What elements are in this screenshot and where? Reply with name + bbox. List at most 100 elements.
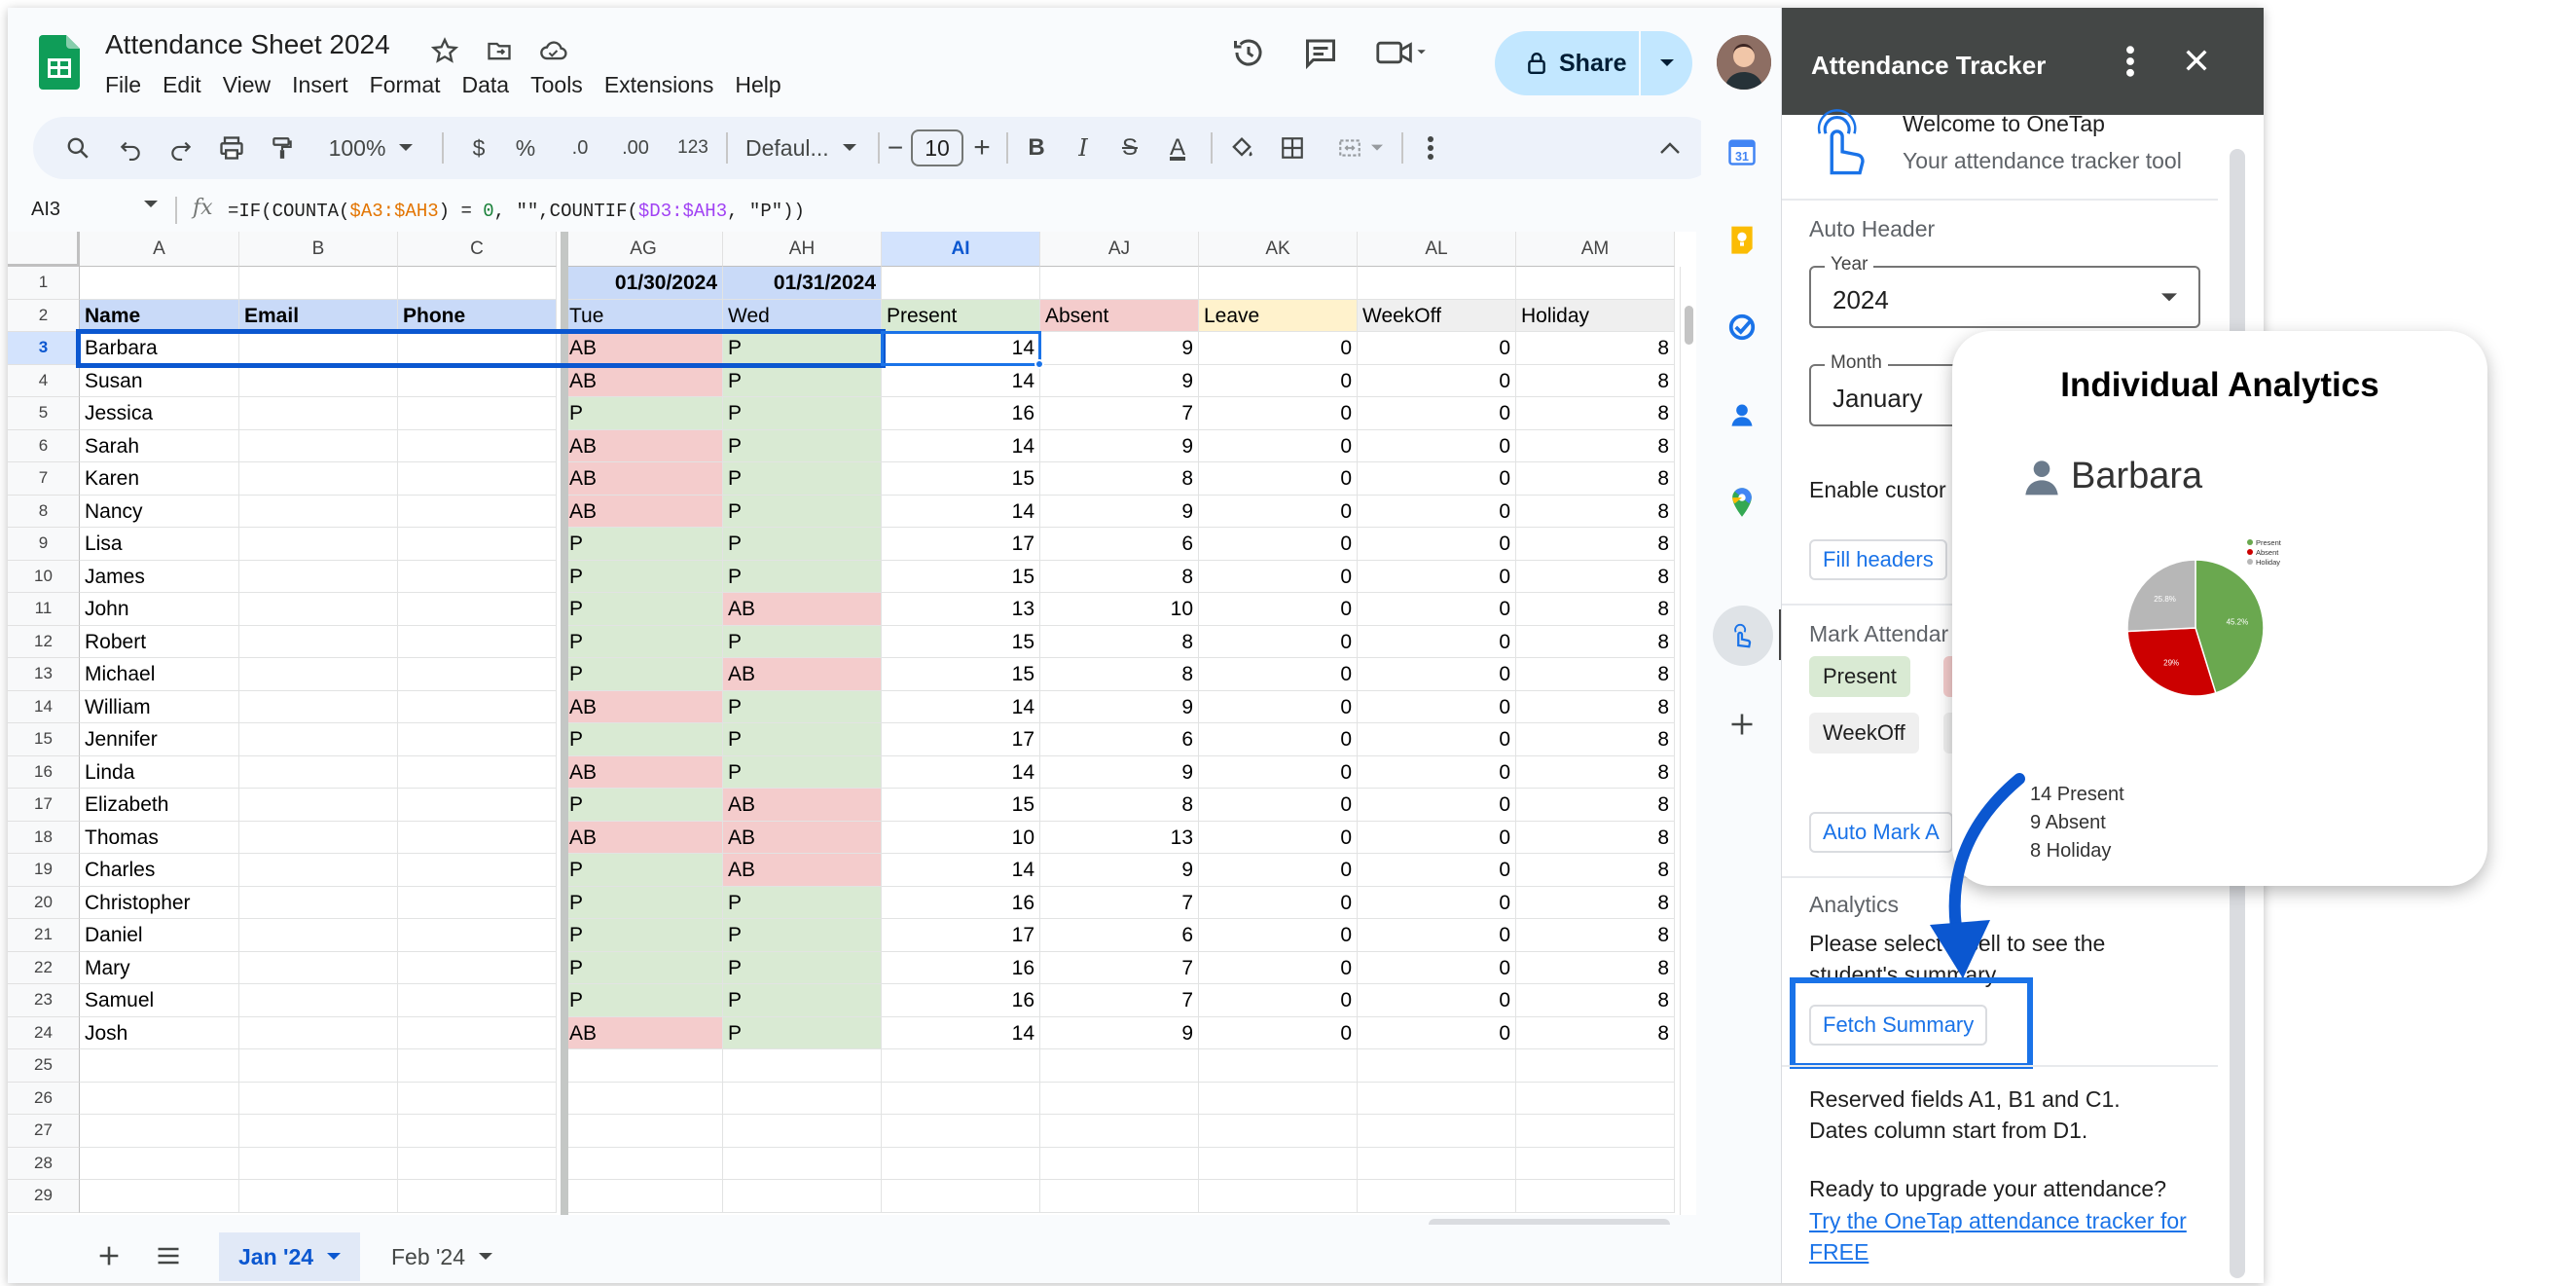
cell[interactable]: 15 xyxy=(882,462,1040,496)
cell[interactable] xyxy=(398,397,557,430)
cell[interactable]: 0 xyxy=(1358,593,1516,626)
cell[interactable] xyxy=(398,495,557,528)
cell[interactable]: 8 xyxy=(1516,690,1675,723)
increase-font-size-button[interactable]: + xyxy=(967,117,997,179)
document-title[interactable]: Attendance Sheet 2024 xyxy=(105,29,390,60)
cell[interactable]: 0 xyxy=(1358,429,1516,462)
cell[interactable]: Thomas xyxy=(80,821,239,854)
format-currency-button[interactable]: $ xyxy=(461,117,496,179)
cell[interactable]: Josh xyxy=(80,1016,239,1049)
cell[interactable]: 8 xyxy=(1516,364,1675,397)
cell[interactable]: Jennifer xyxy=(80,723,239,756)
row-header[interactable]: 15 xyxy=(8,723,80,756)
calendar-icon[interactable]: 31 xyxy=(1726,136,1758,167)
cell[interactable]: AB xyxy=(723,789,882,822)
cell[interactable]: P xyxy=(723,951,882,984)
cell[interactable]: P xyxy=(564,789,723,822)
cell[interactable]: 0 xyxy=(1199,789,1358,822)
cell[interactable]: 8 xyxy=(1516,462,1675,496)
cell[interactable] xyxy=(723,1147,882,1180)
cell[interactable] xyxy=(398,1016,557,1049)
cell[interactable]: 8 xyxy=(1516,332,1675,365)
cell[interactable]: AB xyxy=(564,755,723,789)
cell[interactable]: 0 xyxy=(1199,560,1358,593)
cell[interactable] xyxy=(723,1180,882,1213)
cell[interactable] xyxy=(398,429,557,462)
cell[interactable]: AB xyxy=(564,1016,723,1049)
menu-insert[interactable]: Insert xyxy=(292,72,348,98)
cell[interactable]: 8 xyxy=(1516,723,1675,756)
cell[interactable]: 10 xyxy=(1040,593,1199,626)
cell[interactable]: AB xyxy=(564,462,723,496)
cell[interactable] xyxy=(1040,1115,1199,1148)
cell[interactable] xyxy=(239,1049,398,1083)
menu-data[interactable]: Data xyxy=(462,72,510,98)
row-header[interactable]: 9 xyxy=(8,528,80,561)
cell[interactable] xyxy=(239,1082,398,1115)
paint-format-icon[interactable] xyxy=(263,117,302,179)
cell[interactable] xyxy=(564,1082,723,1115)
cell[interactable]: P xyxy=(723,397,882,430)
cell[interactable] xyxy=(1358,1049,1516,1083)
cell[interactable]: 8 xyxy=(1516,919,1675,952)
cell[interactable] xyxy=(239,755,398,789)
cell[interactable]: 0 xyxy=(1199,364,1358,397)
cell[interactable] xyxy=(239,593,398,626)
cell[interactable] xyxy=(239,625,398,658)
cell[interactable] xyxy=(239,267,398,300)
move-folder-icon[interactable] xyxy=(483,34,516,67)
cell[interactable] xyxy=(1199,1082,1358,1115)
cell[interactable]: 7 xyxy=(1040,951,1199,984)
font-size-input[interactable]: 10 xyxy=(911,129,963,166)
cell[interactable] xyxy=(398,267,557,300)
cell[interactable] xyxy=(1199,1180,1358,1213)
cell[interactable]: 9 xyxy=(1040,1016,1199,1049)
cell[interactable]: 0 xyxy=(1358,886,1516,919)
cell[interactable]: 0 xyxy=(1358,462,1516,496)
cell[interactable] xyxy=(398,951,557,984)
cell[interactable] xyxy=(398,690,557,723)
cell[interactable]: Susan xyxy=(80,364,239,397)
all-sheets-icon[interactable] xyxy=(154,1242,183,1269)
cell[interactable]: 0 xyxy=(1199,821,1358,854)
sheet-tab-feb[interactable]: Feb '24 xyxy=(372,1232,512,1281)
cell[interactable] xyxy=(239,429,398,462)
row-header[interactable]: 3 xyxy=(8,332,80,365)
cell[interactable] xyxy=(398,984,557,1017)
cell[interactable]: 13 xyxy=(882,593,1040,626)
cell[interactable] xyxy=(1358,267,1516,300)
print-icon[interactable] xyxy=(212,117,251,179)
row-header[interactable]: 23 xyxy=(8,984,80,1017)
cell[interactable]: 13 xyxy=(1040,821,1199,854)
cell[interactable] xyxy=(398,462,557,496)
column-header-aj[interactable]: AJ xyxy=(1040,232,1199,267)
cell[interactable]: 14 xyxy=(882,755,1040,789)
cell[interactable]: 15 xyxy=(882,625,1040,658)
menu-tools[interactable]: Tools xyxy=(530,72,583,98)
cell[interactable]: P xyxy=(564,723,723,756)
row-header[interactable]: 2 xyxy=(8,299,80,332)
cell[interactable]: P xyxy=(723,429,882,462)
cell[interactable]: AB xyxy=(723,854,882,887)
cell[interactable] xyxy=(398,821,557,854)
row-header[interactable]: 10 xyxy=(8,560,80,593)
cell[interactable] xyxy=(239,528,398,561)
column-header-b[interactable]: B xyxy=(239,232,398,267)
more-vert-icon[interactable] xyxy=(2124,45,2136,78)
keep-icon[interactable] xyxy=(1726,224,1758,255)
fill-headers-button[interactable]: Fill headers xyxy=(1809,539,1947,580)
cell[interactable]: 8 xyxy=(1516,854,1675,887)
cell[interactable] xyxy=(1199,1115,1358,1148)
cell[interactable]: 0 xyxy=(1199,723,1358,756)
row-header[interactable]: 18 xyxy=(8,821,80,854)
vertical-scrollbar-thumb[interactable] xyxy=(1685,306,1693,345)
cell[interactable]: 15 xyxy=(882,789,1040,822)
cell[interactable] xyxy=(239,364,398,397)
cell[interactable]: AB xyxy=(564,690,723,723)
name-box[interactable]: AI3 xyxy=(31,199,60,221)
cell[interactable] xyxy=(723,1115,882,1148)
bold-button[interactable]: B xyxy=(1018,117,1055,179)
cell[interactable] xyxy=(398,1147,557,1180)
cell[interactable]: Email xyxy=(239,299,398,332)
year-select[interactable]: Year 2024 xyxy=(1809,254,2200,328)
